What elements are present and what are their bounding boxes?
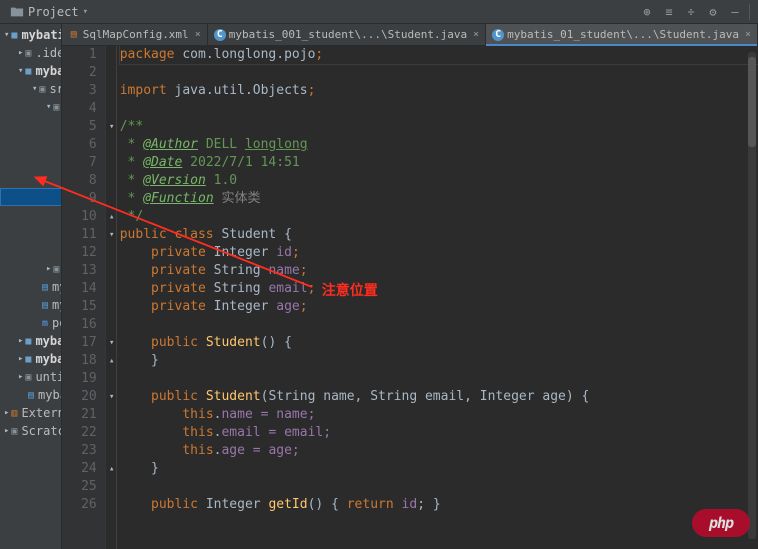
vertical-scrollbar[interactable] [748,52,756,539]
close-icon[interactable]: × [473,29,479,40]
folder-icon: ▣ [25,370,31,384]
editor-tabs: ▤SqlMapConfig.xml× Cmybatis_001_student\… [62,24,758,46]
toolbar-separator [749,4,750,20]
editor-area: ▤SqlMapConfig.xml× Cmybatis_001_student\… [62,24,758,549]
caret-right-icon: ▸ [18,48,23,58]
fold-toggle-icon[interactable]: ▾ [106,118,118,136]
tab-sqlmap[interactable]: ▤SqlMapConfig.xml× [62,24,208,45]
folder-icon: ▣ [39,82,45,96]
tree-untitled[interactable]: ▸▣untitled [0,368,61,386]
tree-root-iml[interactable]: ▤mybatisall2.iml [0,386,61,404]
tree-pojo[interactable]: ▾▣pojo [0,170,62,188]
project-icon [10,5,24,19]
tree-java[interactable]: ▾▣java [0,116,61,134]
tree-scratches[interactable]: ▸▣Scratches and Consoles [0,422,61,440]
code-editor[interactable]: 1234 5678 9101112 13141516 17181920 2122… [62,46,758,549]
tree-sqlmap[interactable]: ▤SqlMapConfig.xml [0,242,62,260]
module-icon: ■ [25,334,31,348]
tree-student-class[interactable]: CStudent [0,188,62,206]
tree-main[interactable]: ▾▣main [0,98,61,116]
module-icon: ■ [11,28,17,42]
project-view-button[interactable]: Project ▾ [6,3,92,21]
collapse-all-icon[interactable]: ÷ [681,2,701,22]
fold-toggle-icon[interactable]: ▴ [106,208,118,226]
scrollbar-thumb[interactable] [748,57,756,147]
tree-mybatis-iml[interactable]: ▤mybatis.iml [0,278,61,296]
tree-student-iml[interactable]: ▤mybatis_01_student.iml [0,296,61,314]
module-icon: ■ [25,64,31,78]
tree-module-002[interactable]: ▸■mybatis_002_user [0,350,61,368]
tree-jdbc-props[interactable]: ▤jdbc.properties [0,224,62,242]
top-toolbar: Project ▾ ⊕ ≡ ÷ ⚙ — [0,0,758,24]
scratches-icon: ▣ [11,424,17,438]
fold-toggle-icon[interactable]: ▾ [106,334,118,352]
project-tree[interactable]: ▾■mybatisall2 D:\JAVA\mybatisall2 ▸▣.ide… [0,24,62,549]
tree-idea[interactable]: ▸▣.idea [0,44,61,62]
tab-student-01[interactable]: Cmybatis_01_student\...\Student.java× [486,24,758,45]
iml-icon: ▤ [42,298,48,312]
fold-toggle-icon[interactable]: ▴ [106,460,118,478]
fold-toggle-icon[interactable]: ▾ [106,226,118,244]
line-gutter: 1234 5678 9101112 13141516 17181920 2122… [62,46,106,549]
folder-icon: ▣ [25,46,31,60]
module-icon: ■ [25,352,31,366]
settings-gear-icon[interactable]: ⚙ [703,2,723,22]
code-content[interactable]: package com.longlong.pojo; import java.u… [106,46,758,549]
select-opened-file-icon[interactable]: ⊕ [637,2,657,22]
tree-module-student[interactable]: ▾■mybatis_01_student [mybatis] [0,62,61,80]
tree-module-001[interactable]: ▸■mybatis_001_student [0,332,61,350]
close-icon[interactable]: × [745,29,751,40]
class-icon: C [214,29,226,41]
folder-icon: ▣ [53,100,59,114]
class-icon: C [492,29,504,41]
tree-test[interactable]: ▸▣test [0,260,61,278]
project-label: Project [28,5,79,19]
caret-down-icon: ▾ [4,30,9,40]
fold-toggle-icon[interactable]: ▾ [106,388,118,406]
close-icon[interactable]: × [195,29,201,40]
php-watermark: php [692,509,750,537]
tree-longlong[interactable]: ▾▣longlong [0,152,62,170]
maven-icon: m [42,316,48,330]
tree-ext-libs[interactable]: ▸▥External Libraries [0,404,61,422]
library-icon: ▥ [11,406,17,420]
tree-com[interactable]: ▾▣com [0,134,62,152]
tree-resources[interactable]: ▾▣resources [0,206,61,224]
chevron-down-icon: ▾ [83,7,88,17]
xml-icon: ▤ [68,29,80,41]
iml-icon: ▤ [42,280,48,294]
tree-root[interactable]: ▾■mybatisall2 D:\JAVA\mybatisall2 [0,26,61,44]
fold-toggle-icon[interactable]: ▴ [106,352,118,370]
tree-src[interactable]: ▾▣src [0,80,61,98]
folder-icon: ▣ [53,262,59,276]
iml-icon: ▤ [28,388,34,402]
expand-all-icon[interactable]: ≡ [659,2,679,22]
tab-student-001[interactable]: Cmybatis_001_student\...\Student.java× [208,24,486,45]
tree-pom[interactable]: mpom.xml [0,314,61,332]
hide-icon[interactable]: — [725,2,745,22]
